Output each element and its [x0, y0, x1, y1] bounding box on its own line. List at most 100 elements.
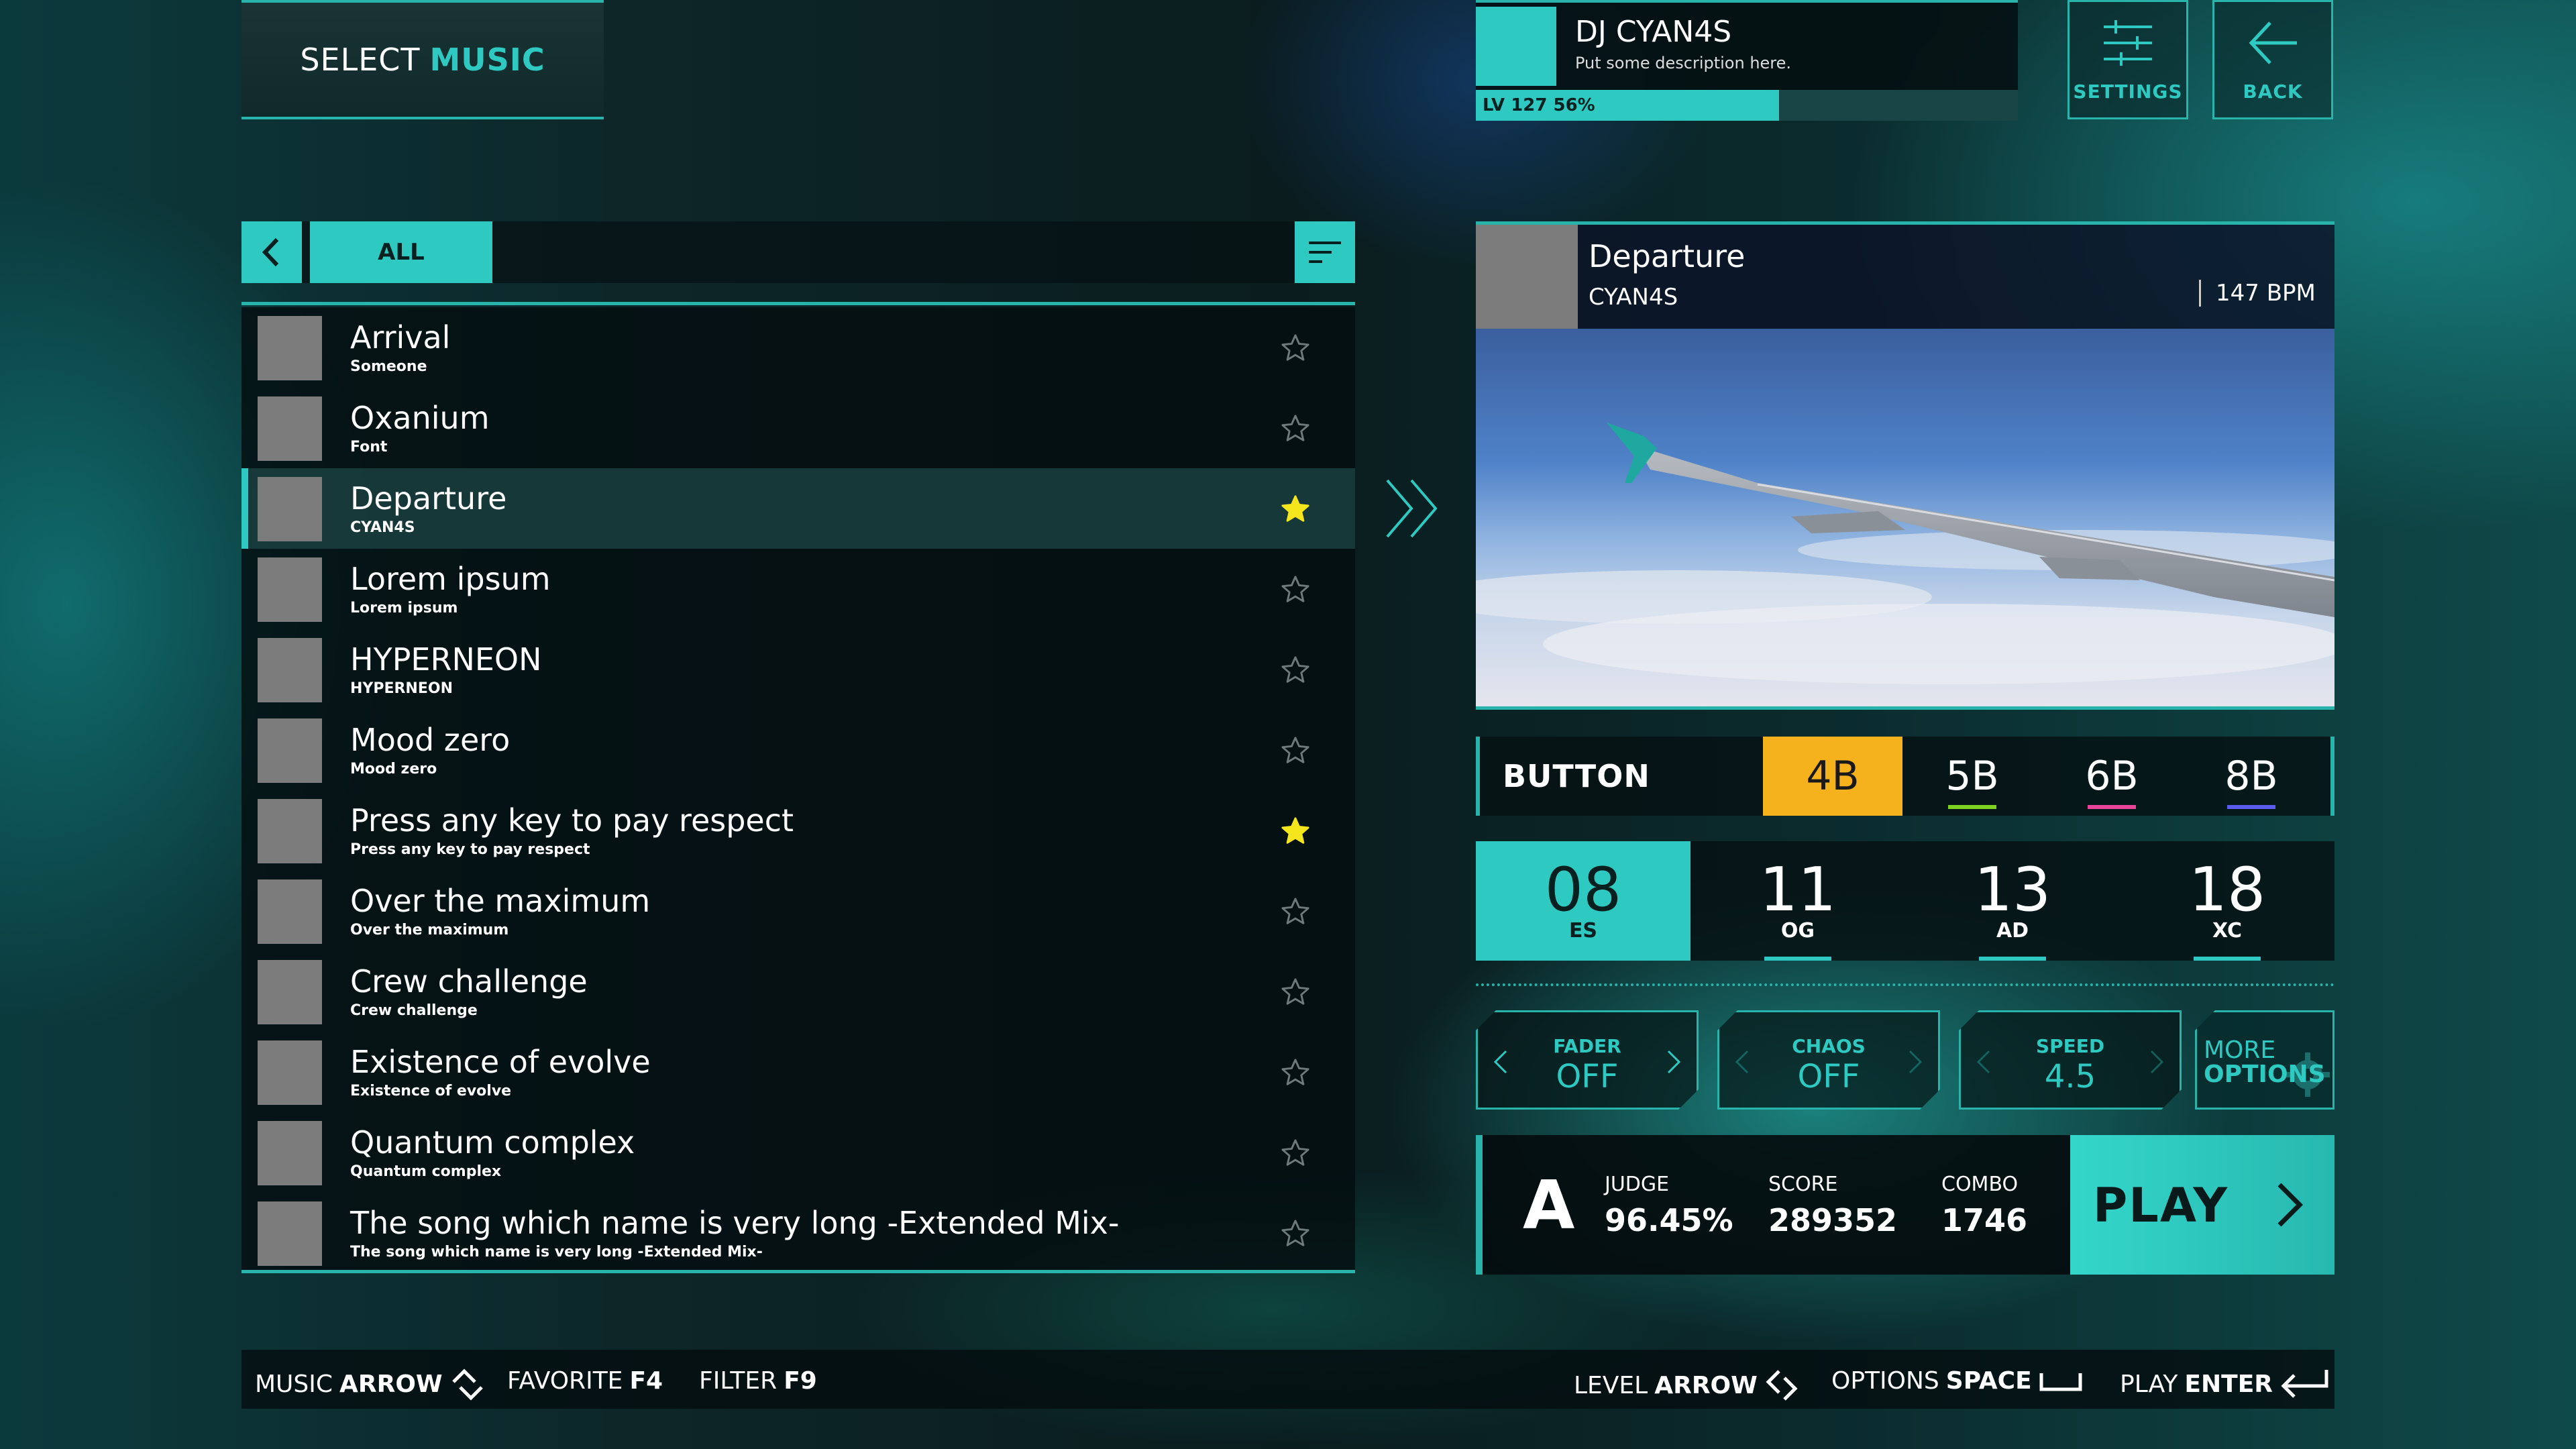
- song-artist: Quantum complex: [350, 1163, 502, 1180]
- hint-music: MUSIC ARROW: [255, 1367, 486, 1401]
- song-artist: Font: [350, 439, 388, 455]
- back-button[interactable]: BACK: [2212, 0, 2333, 119]
- song-title: Oxanium: [350, 400, 490, 436]
- play-label: PLAY: [2093, 1178, 2229, 1233]
- up-down-arrow-icon: [451, 1368, 483, 1401]
- star-icon[interactable]: [1280, 896, 1311, 927]
- score-label: SCORE: [1768, 1173, 1838, 1196]
- song-title: Departure: [350, 480, 507, 517]
- star-icon[interactable]: [1280, 333, 1311, 364]
- difficulty-selector: 08 ES 11 OG 13 AD 18 XC: [1476, 841, 2334, 961]
- song-artist: Lorem ipsum: [350, 600, 458, 616]
- star-icon[interactable]: [1280, 413, 1311, 444]
- button-mode-8b[interactable]: 8B: [2182, 737, 2321, 816]
- airplane-wing-image: [1476, 329, 2334, 706]
- song-thumbnail: [258, 477, 322, 541]
- chevron-right-icon[interactable]: [1907, 1049, 1923, 1075]
- rank-grade: A: [1523, 1166, 1575, 1244]
- song-thumbnail: [258, 960, 322, 1024]
- difficulty-ad[interactable]: 13 AD: [1905, 841, 2120, 961]
- difficulty-xc[interactable]: 18 XC: [2120, 841, 2334, 961]
- song-list-item[interactable]: Lorem ipsum Lorem ipsum: [241, 549, 1355, 629]
- star-icon[interactable]: [1280, 1057, 1311, 1088]
- song-title: Arrival: [350, 319, 451, 356]
- song-detail-header: Departure CYAN4S 147 BPM: [1476, 221, 2334, 329]
- hint-label: PLAY: [2120, 1370, 2178, 1398]
- star-icon[interactable]: [1280, 1138, 1311, 1169]
- left-right-arrow-icon: [1766, 1370, 1798, 1401]
- more-options-button[interactable]: MORE OPTIONS: [2195, 1010, 2334, 1110]
- settings-button[interactable]: SETTINGS: [2068, 0, 2188, 119]
- difficulty-level: 13: [1974, 855, 2051, 925]
- song-artwork: [1476, 329, 2334, 710]
- button-mode-4b[interactable]: 4B: [1763, 737, 1902, 816]
- song-list-item[interactable]: Mood zero Mood zero: [241, 710, 1355, 790]
- star-icon[interactable]: [1280, 1218, 1311, 1249]
- song-list-item[interactable]: The song which name is very long -Extend…: [241, 1193, 1355, 1273]
- song-artist: Crew challenge: [350, 1002, 478, 1019]
- hint-key: F4: [629, 1367, 663, 1395]
- sort-button[interactable]: [1295, 221, 1355, 283]
- chaos-option[interactable]: CHAOS OFF: [1717, 1010, 1940, 1110]
- star-icon[interactable]: [1280, 816, 1311, 847]
- option-value: OFF: [1797, 1058, 1860, 1095]
- song-list-item[interactable]: Quantum complex Quantum complex: [241, 1112, 1355, 1193]
- hint-label: FAVORITE: [507, 1367, 623, 1395]
- song-list-item[interactable]: Press any key to pay respect Press any ke…: [241, 790, 1355, 871]
- song-thumbnail: [258, 1121, 322, 1185]
- song-list-item[interactable]: Departure CYAN4S: [241, 468, 1355, 549]
- song-title: Existence of evolve: [350, 1044, 651, 1080]
- star-icon[interactable]: [1280, 735, 1311, 766]
- chevron-right-icon[interactable]: [1666, 1049, 1682, 1075]
- hint-play: PLAY ENTER: [2120, 1367, 2330, 1401]
- more-options-line2: OPTIONS: [2204, 1061, 2326, 1088]
- song-list-item[interactable]: HYPERNEON HYPERNEON: [241, 629, 1355, 710]
- profile-name: DJ CYAN4S: [1575, 15, 1732, 49]
- difficulty-es[interactable]: 08 ES: [1476, 841, 1690, 961]
- tab-all[interactable]: ALL: [310, 221, 492, 283]
- song-title: The song which name is very long -Extend…: [350, 1205, 1120, 1241]
- level-text: LV 127 56%: [1483, 95, 1595, 115]
- button-mode-6b[interactable]: 6B: [2042, 737, 2182, 816]
- difficulty-level: 18: [2188, 855, 2266, 925]
- score-value: 289352: [1768, 1202, 1898, 1238]
- song-detail-artist: CYAN4S: [1589, 284, 1678, 311]
- song-thumbnail: [258, 879, 322, 944]
- page-title-suffix: MUSIC: [429, 42, 545, 78]
- button-mode-text: 4B: [1806, 753, 1860, 800]
- star-icon[interactable]: [1280, 494, 1311, 525]
- chevron-right-icon[interactable]: [2149, 1049, 2165, 1075]
- song-list-item[interactable]: Crew challenge Crew challenge: [241, 951, 1355, 1032]
- button-mode-5b[interactable]: 5B: [1902, 737, 2042, 816]
- star-icon[interactable]: [1280, 574, 1311, 605]
- dotted-divider: [1476, 983, 2334, 986]
- filter-prev-button[interactable]: [241, 221, 302, 283]
- button-mode-text: 5B: [1945, 753, 1999, 800]
- button-mode-indicator: [2227, 805, 2275, 809]
- button-mode-label: BUTTON: [1503, 758, 1650, 794]
- back-label: BACK: [2243, 80, 2303, 103]
- song-list-item[interactable]: Arrival Someone: [241, 307, 1355, 388]
- song-list-item[interactable]: Existence of evolve Existence of evolve: [241, 1032, 1355, 1112]
- level-progress-bar: LV 127 56%: [1476, 90, 2018, 121]
- song-artist: Mood zero: [350, 761, 437, 777]
- song-list-item[interactable]: Oxanium Font: [241, 388, 1355, 468]
- song-artist: Someone: [350, 358, 427, 375]
- speed-option[interactable]: SPEED 4.5: [1959, 1010, 2182, 1110]
- list-divider: [241, 302, 1355, 305]
- fader-option[interactable]: FADER OFF: [1476, 1010, 1699, 1110]
- play-button[interactable]: PLAY: [2070, 1135, 2334, 1275]
- hint-label: LEVEL: [1574, 1371, 1648, 1399]
- button-mode-text: 8B: [2224, 753, 2278, 800]
- hint-label: MUSIC: [255, 1370, 333, 1398]
- difficulty-code: OG: [1780, 919, 1815, 943]
- song-list-item[interactable]: Over the maximum Over the maximum: [241, 871, 1355, 951]
- star-icon[interactable]: [1280, 655, 1311, 686]
- difficulty-code: AD: [1996, 919, 2029, 943]
- song-detail-thumbnail: [1476, 225, 1578, 329]
- star-icon[interactable]: [1280, 977, 1311, 1008]
- song-artist: CYAN4S: [350, 519, 415, 536]
- sliders-icon: [2104, 20, 2152, 66]
- difficulty-og[interactable]: 11 OG: [1690, 841, 1905, 961]
- button-mode-selector: BUTTON 4B 5B 6B 8B: [1476, 737, 2334, 816]
